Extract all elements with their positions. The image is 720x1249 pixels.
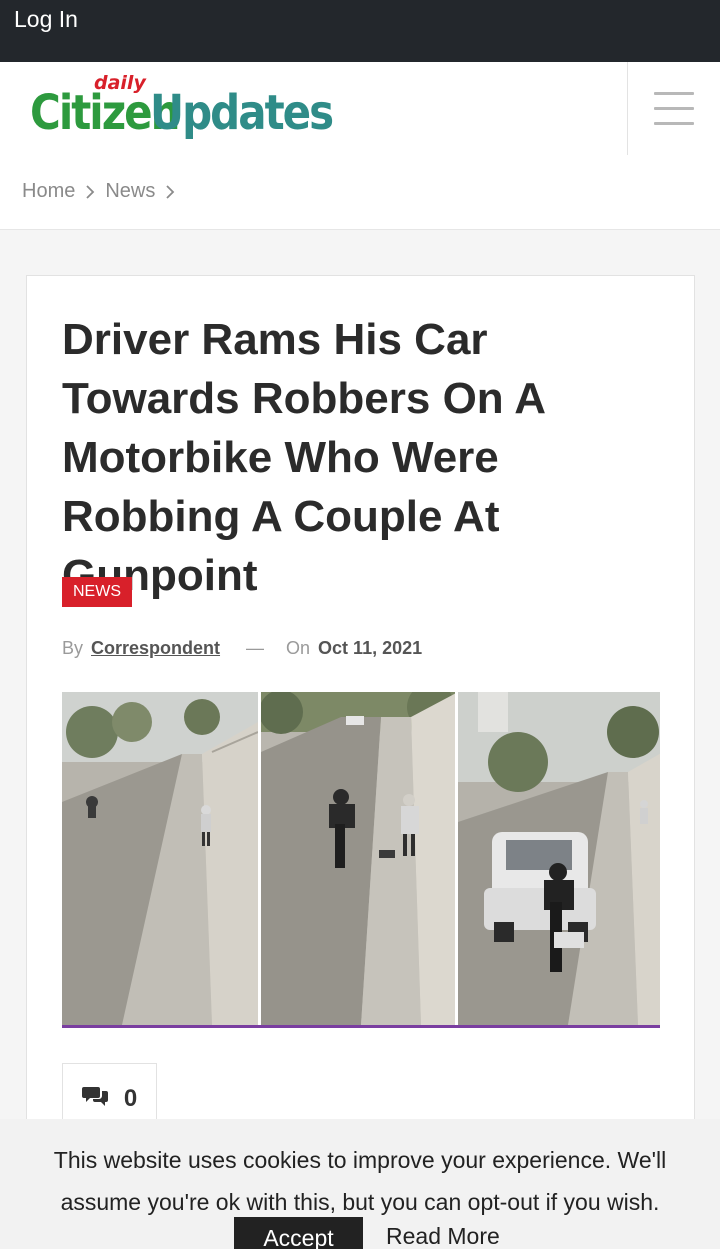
accept-cookies-button[interactable]: Accept [234, 1217, 363, 1249]
breadcrumb-home[interactable]: Home [22, 180, 75, 203]
meta-on-label: On [286, 638, 311, 658]
featured-image[interactable] [62, 692, 660, 1028]
cookie-banner: This website uses cookies to improve you… [0, 1119, 720, 1249]
comments-icon [81, 1084, 110, 1113]
meta-dash: — [246, 638, 265, 658]
logo-updates-text: Updates [150, 84, 334, 141]
article-title: Driver Rams His Car Towards Robbers On A… [62, 315, 545, 600]
login-link[interactable]: Log In [14, 6, 78, 33]
read-more-link[interactable]: Read More [386, 1223, 500, 1249]
article-meta: By Correspondent — On Oct 11, 2021 [62, 638, 422, 659]
article-date: Oct 11, 2021 [318, 638, 423, 658]
chevron-right-icon [75, 184, 105, 200]
top-bar: Log In [0, 0, 720, 62]
image-panel-1 [62, 692, 258, 1025]
hamburger-menu-icon[interactable] [652, 92, 696, 126]
site-logo[interactable]: daily Citizen Updates [30, 72, 334, 156]
site-header: daily Citizen Updates Home News [0, 62, 720, 230]
image-panel-3 [455, 692, 660, 1025]
image-panel-2 [258, 692, 455, 1025]
chevron-right-icon [155, 184, 185, 200]
comments-count: 0 [123, 1084, 138, 1112]
author-link[interactable]: Correspondent [91, 638, 220, 659]
breadcrumb: Home News [22, 180, 185, 203]
article-card: Driver Rams His Car Towards Robbers On A… [26, 275, 695, 1249]
meta-by-label: By [62, 638, 84, 658]
breadcrumb-news[interactable]: News [105, 180, 155, 203]
category-badge[interactable]: NEWS [62, 577, 132, 607]
cookie-message: This website uses cookies to improve you… [53, 1147, 667, 1215]
header-divider [627, 62, 628, 155]
